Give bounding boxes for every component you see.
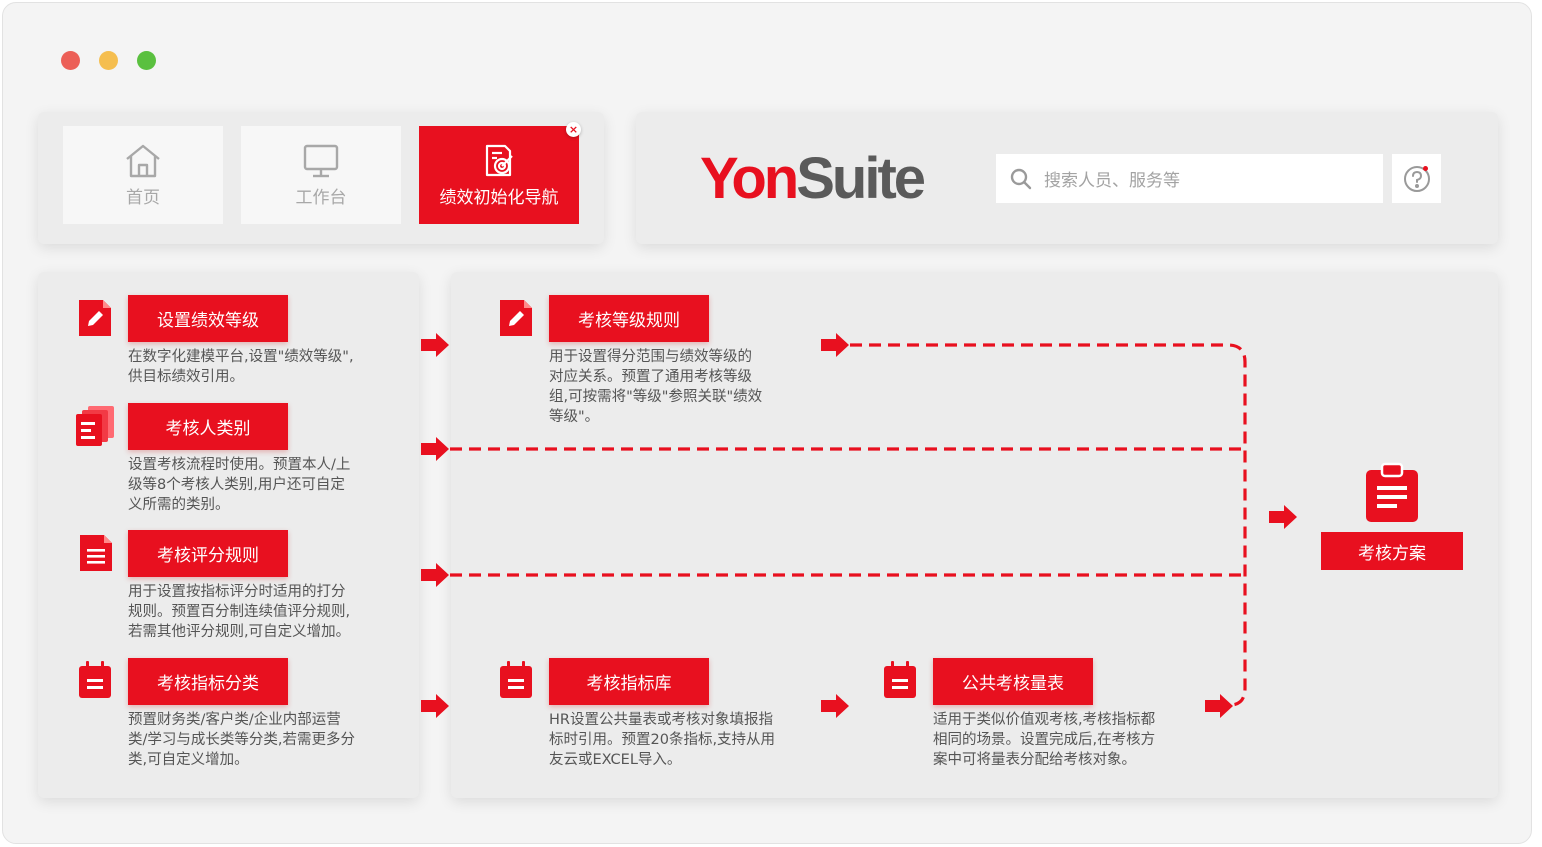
tab-performance-init-label: 绩效初始化导航 [439,187,559,208]
tab-workbench[interactable]: 工作台 [241,126,401,224]
desc-line: 预置财务类/客户类/企业内部运营 [128,712,341,728]
window-minimize-button[interactable] [99,51,118,70]
step-appraiser-category-desc: 设置考核流程时使用。预置本人/上 级等8个考核人类别,用户还可自定 义所需的类别… [128,455,350,515]
desc-line: 用于设置按指标评分时适用的打分 [128,584,346,600]
logo-yon: Yon [700,146,799,211]
step-public-scale-desc: 适用于类似价值观考核,考核指标都 相同的场景。设置完成后,在考核方 案中可将量表… [933,710,1155,770]
desc-line: HR设置公共量表或考核对象填报指 [549,712,773,728]
notification-dot [1423,166,1428,171]
step-set-performance-grade-button[interactable]: 设置绩效等级 [128,295,288,342]
desc-line: 适用于类似价值观考核,考核指标都 [933,712,1156,728]
desc-line: 组,可按需将"等级"参照关联"绩效 [549,389,763,405]
desc-line: 若需其他评分规则,可自定义增加。 [128,624,351,640]
calendar-icon [500,661,532,698]
logo-suite: Suite [796,146,926,211]
desc-line: 相同的场景。设置完成后,在考核方 [933,732,1156,748]
desc-line: 设置考核流程时使用。预置本人/上 [128,457,351,473]
step-grade-rules-button[interactable]: 考核等级规则 [549,295,709,342]
appraisal-plan-button[interactable]: 考核方案 [1321,532,1463,570]
calendar-icon [79,661,111,698]
step-scoring-rules-button[interactable]: 考核评分规则 [128,530,288,577]
help-button[interactable] [1392,154,1441,203]
header: YonSuite 搜索人员、服务等 [636,112,1498,244]
step-indicator-library-desc: HR设置公共量表或考核对象填报指 标时引用。预置20条指标,支持从用 友云或EX… [549,710,775,770]
desc-line: 规则。预置百分制连续值评分规则, [128,604,351,620]
calendar-icon [884,661,916,698]
window-close-button[interactable] [61,51,80,70]
step-public-scale-button[interactable]: 公共考核量表 [933,658,1093,705]
tab-workbench-label: 工作台 [295,187,347,208]
desc-line: 案中可将量表分配给考核对象。 [933,752,1136,768]
window-maximize-button[interactable] [137,51,156,70]
search-icon [1010,168,1032,189]
desc-line: 义所需的类别。 [128,497,230,513]
desc-line: 在数字化建模平台,设置"绩效等级", [128,349,354,365]
desc-line: 标时引用。预置20条指标,支持从用 [549,732,776,748]
desc-line: 类,可自定义增加。 [128,752,249,768]
step-indicator-category-desc: 预置财务类/客户类/企业内部运营 类/学习与成长类等分类,若需更多分 类,可自定… [128,710,355,770]
tab-home-label: 首页 [126,187,160,208]
edit-doc-icon [79,300,111,336]
desc-line: 类/学习与成长类等分类,若需更多分 [128,732,355,748]
desc-line: 供目标绩效引用。 [128,369,244,385]
edit-doc-icon [500,300,532,336]
desc-line: 对应关系。预置了通用考核等级 [549,369,752,385]
documents-icon [76,406,114,446]
clipboard-icon [1366,462,1418,522]
step-indicator-library-button[interactable]: 考核指标库 [549,658,709,705]
target-doc-icon [485,144,513,176]
step-grade-rules-desc: 用于设置得分范围与绩效等级的 对应关系。预置了通用考核等级 组,可按需将"等级"… [549,347,762,427]
home-icon [126,144,160,177]
tab-home[interactable]: 首页 [63,126,223,224]
step-set-performance-grade-desc: 在数字化建模平台,设置"绩效等级", 供目标绩效引用。 [128,347,354,387]
yonsuite-logo: YonSuite [700,146,926,211]
document-icon [80,535,112,571]
desc-line: 友云或EXCEL导入。 [549,752,682,768]
desc-line: 用于设置得分范围与绩效等级的 [549,349,752,365]
tab-performance-init-guide[interactable]: 绩效初始化导航 × [419,122,581,224]
desc-line: 等级"。 [549,409,600,425]
step-scoring-rules-desc: 用于设置按指标评分时适用的打分 规则。预置百分制连续值评分规则, 若需其他评分规… [128,582,350,642]
desc-line: 级等8个考核人类别,用户还可自定 [128,477,345,493]
step-appraiser-category-button[interactable]: 考核人类别 [128,403,288,450]
tab-bar: 首页 工作台 绩效初始化导航 × [38,112,604,244]
search-placeholder: 搜索人员、服务等 [1044,171,1180,191]
step-indicator-category-button[interactable]: 考核指标分类 [128,658,288,705]
tab-close-button[interactable]: × [566,122,581,137]
monitor-icon [303,144,339,177]
search-input[interactable]: 搜索人员、服务等 [996,154,1383,203]
